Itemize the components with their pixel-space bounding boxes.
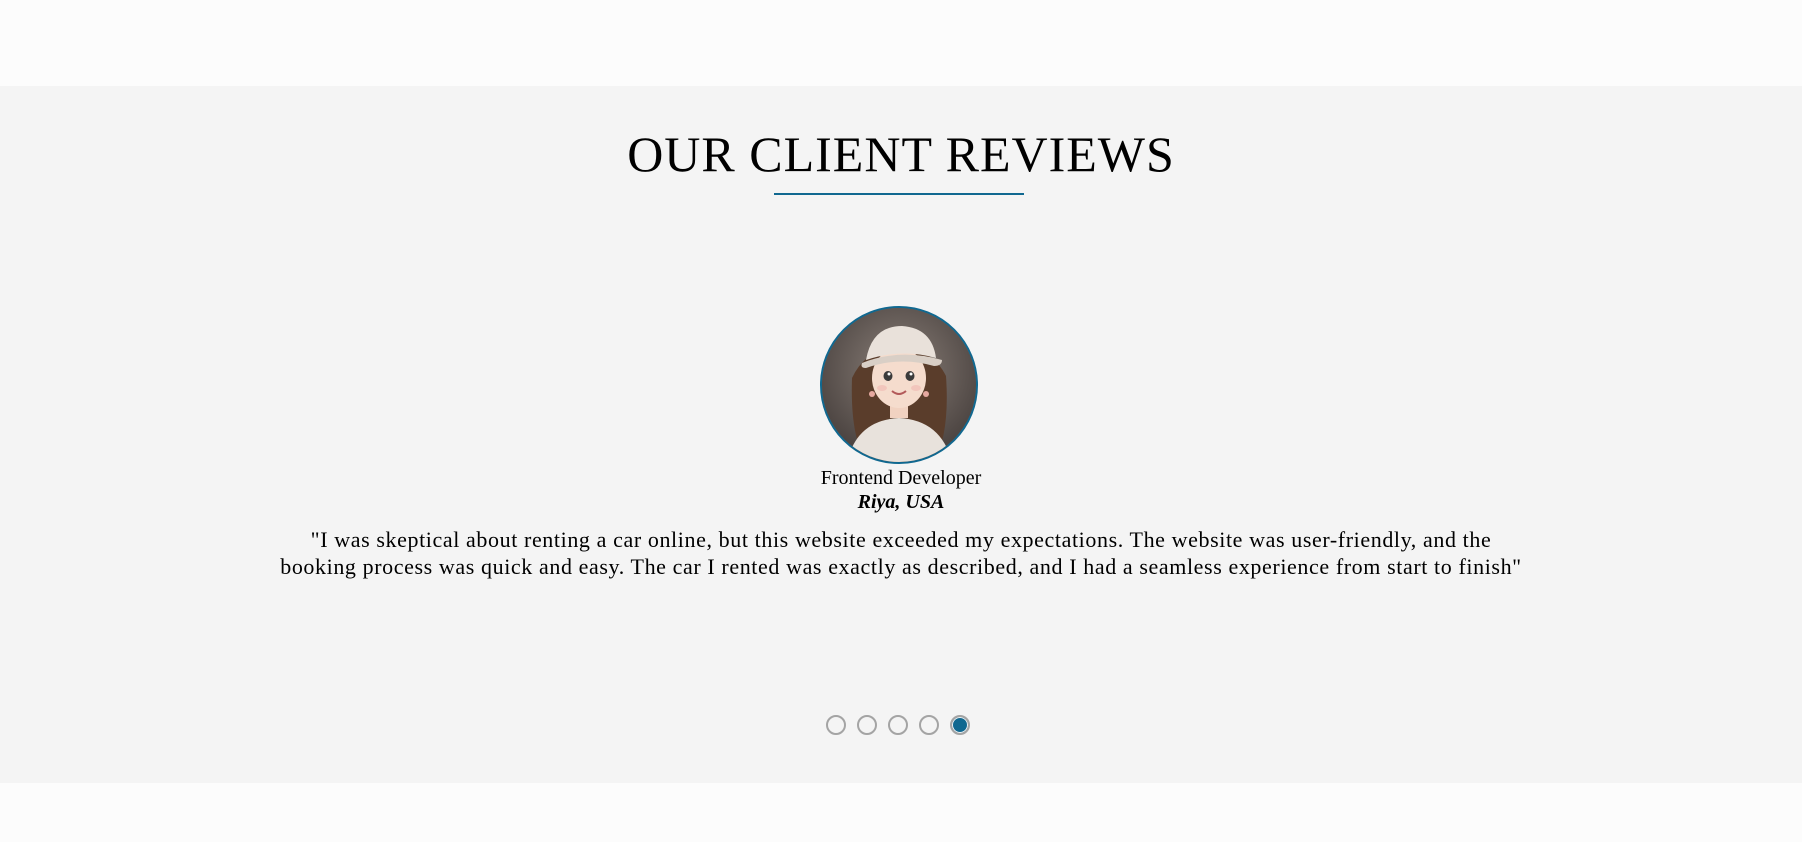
reviewer-role: Frontend Developer xyxy=(820,467,982,489)
carousel-dot-4[interactable] xyxy=(919,715,939,735)
carousel-pagination xyxy=(826,715,970,737)
carousel-dot-5-active[interactable] xyxy=(950,715,970,735)
section-title: OUR CLIENT REVIEWS xyxy=(627,126,1175,182)
carousel-dot-1[interactable] xyxy=(826,715,846,735)
carousel-dot-3[interactable] xyxy=(888,715,908,735)
client-reviews-section: OUR CLIENT REVIEWS Frontend Developer Ri… xyxy=(0,86,1802,783)
reviewer-avatar-image xyxy=(822,308,976,462)
title-underline xyxy=(774,193,1024,195)
carousel-dot-2[interactable] xyxy=(857,715,877,735)
review-text: "I was skeptical about renting a car onl… xyxy=(280,527,1522,579)
reviewer-name: Riya, USA xyxy=(857,491,945,513)
reviewer-avatar xyxy=(820,306,978,464)
